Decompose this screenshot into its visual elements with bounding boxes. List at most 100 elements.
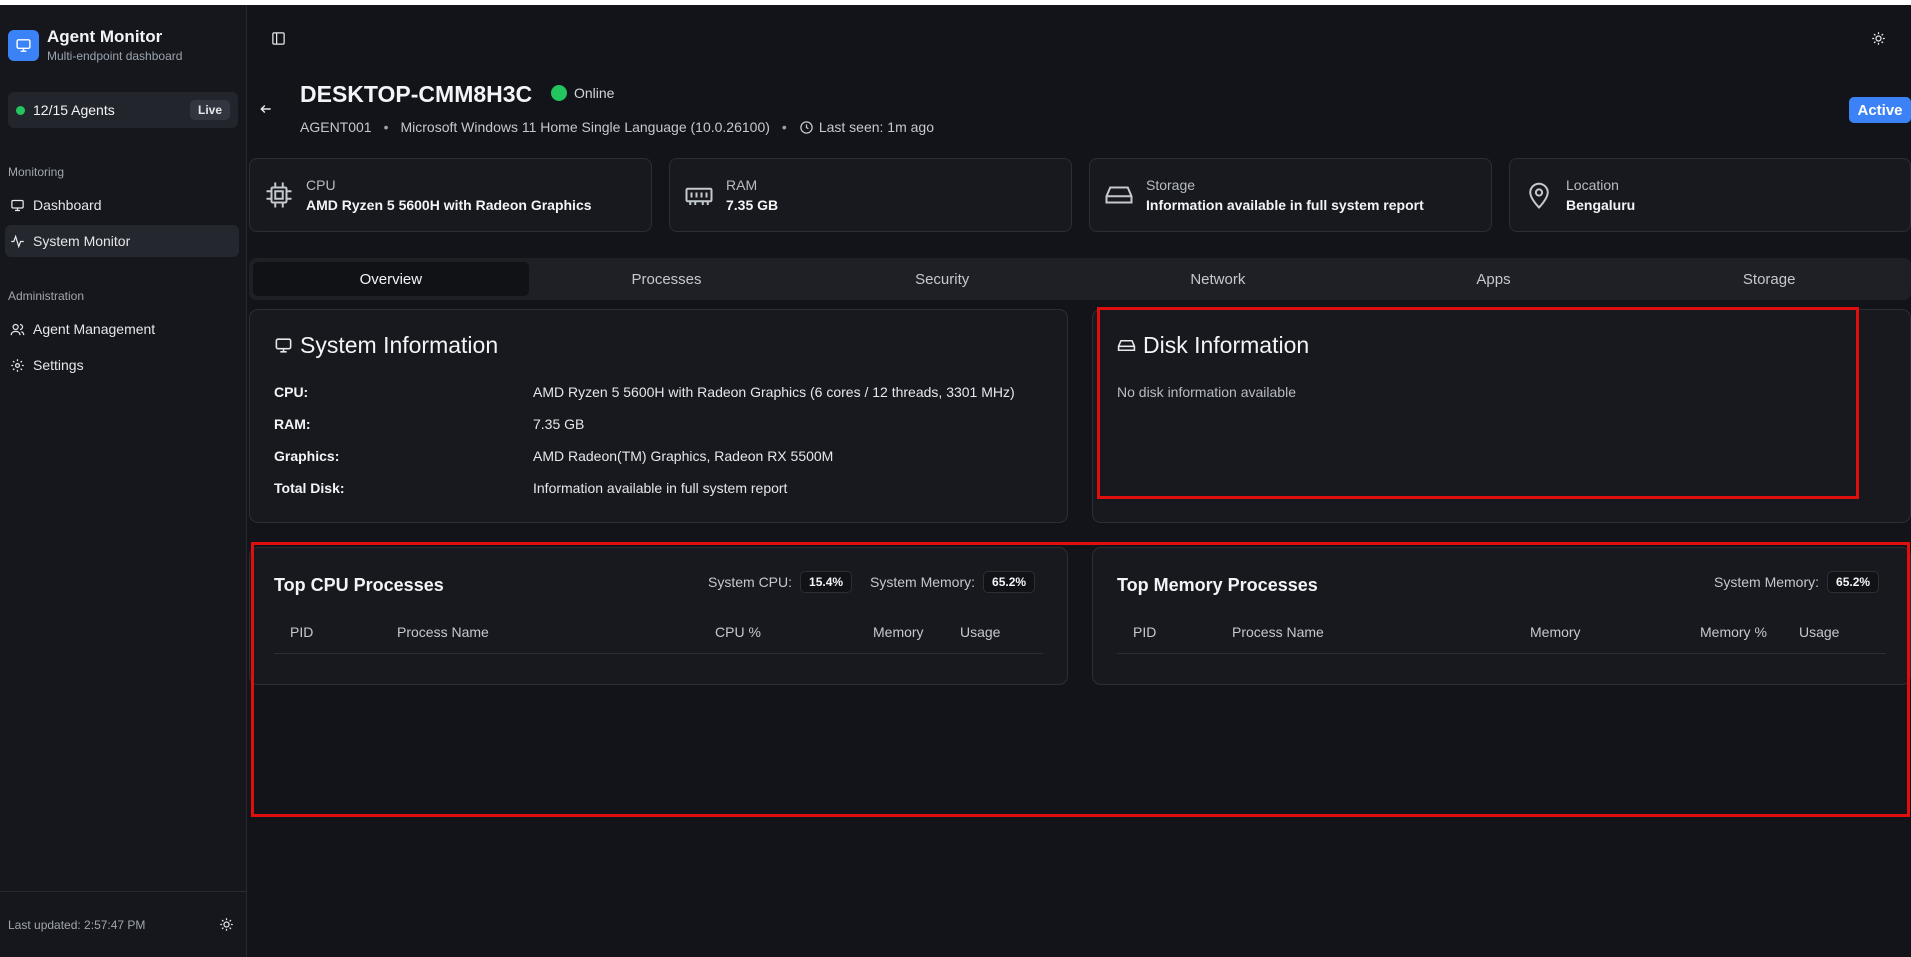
column-header-usage[interactable]: Usage <box>1799 624 1839 640</box>
agents-status: 12/15 Agents Live <box>8 92 238 128</box>
location-card: Location Bengaluru <box>1509 158 1911 232</box>
agent-header: DESKTOP-CMM8H3C Online AGENT001 • Micros… <box>247 75 1911 155</box>
total-disk-label: Total Disk: <box>274 480 345 496</box>
total-disk-value: Information available in full system rep… <box>533 480 788 496</box>
top-cpu-title: Top CPU Processes <box>274 575 444 595</box>
stat-value: 65.2% <box>983 571 1036 593</box>
clock-icon <box>800 120 813 134</box>
top-memory-panel: Top Memory Processes System Memory: 65.2… <box>1092 547 1911 685</box>
tab-storage[interactable]: Storage <box>1631 262 1907 296</box>
tab-network[interactable]: Network <box>1080 262 1356 296</box>
disk-info-title: Disk Information <box>1143 332 1310 358</box>
card-value: AMD Ryzen 5 5600H with Radeon Graphics <box>306 197 592 213</box>
hard-drive-icon <box>1117 339 1136 352</box>
column-header-pid[interactable]: PID <box>1133 624 1156 640</box>
disk-info-panel: Disk Information No disk information ava… <box>1092 309 1911 523</box>
live-badge: Live <box>189 100 230 120</box>
sidebar-item-agent-management[interactable]: Agent Management <box>5 313 239 345</box>
sidebar-item-label: Agent Management <box>33 321 156 337</box>
column-header-memory[interactable]: Memory <box>873 624 924 640</box>
column-header-process-name[interactable]: Process Name <box>397 624 489 640</box>
stat-label: System Memory: <box>870 574 976 590</box>
tab-apps[interactable]: Apps <box>1356 262 1632 296</box>
separator: • <box>383 119 389 135</box>
tab-overview[interactable]: Overview <box>253 262 529 296</box>
sidebar-item-system-monitor[interactable]: System Monitor <box>5 225 239 257</box>
card-label: Storage <box>1146 177 1196 193</box>
brand-title: Agent Monitor <box>47 27 163 46</box>
sidebar-toggle-icon[interactable] <box>266 26 290 50</box>
column-header-process-name[interactable]: Process Name <box>1232 624 1324 640</box>
theme-toggle-icon[interactable] <box>1866 26 1890 50</box>
card-label: CPU <box>306 177 336 193</box>
sidebar-footer: Last updated: 2:57:47 PM <box>0 891 246 957</box>
ram-label: RAM: <box>274 416 311 432</box>
card-value: Bengaluru <box>1566 197 1636 213</box>
storage-card: Storage Information available in full sy… <box>1089 158 1492 232</box>
panel-title: Disk Information <box>1117 332 1309 359</box>
os-name: Microsoft Windows 11 Home Single Languag… <box>400 119 770 135</box>
sun-icon[interactable] <box>214 913 238 937</box>
last-updated: Last updated: 2:57:47 PM <box>8 917 146 932</box>
panel-title: System Information <box>274 332 498 359</box>
last-seen: Last seen: 1m ago <box>818 119 934 135</box>
gear-icon <box>11 358 24 372</box>
system-info-title: System Information <box>300 332 499 358</box>
brand-subtitle: Multi-endpoint dashboard <box>47 49 183 63</box>
top-cpu-panel: Top CPU Processes System CPU: 15.4% Syst… <box>249 547 1068 685</box>
users-icon <box>10 323 25 335</box>
status-badge: Active <box>1849 97 1911 123</box>
sidebar-item-dashboard[interactable]: Dashboard <box>5 189 239 221</box>
sidebar-item-settings[interactable]: Settings <box>5 349 239 381</box>
section-monitoring: Monitoring <box>8 165 65 179</box>
cpu-icon <box>266 182 292 208</box>
system-memory-stat: System Memory: 65.2% <box>1714 571 1880 593</box>
tab-processes[interactable]: Processes <box>529 262 805 296</box>
stat-value: 15.4% <box>800 571 853 593</box>
system-cpu-stat: System CPU: 15.4% <box>708 571 853 593</box>
tab-security[interactable]: Security <box>804 262 1080 296</box>
column-header-cpu[interactable]: CPU % <box>715 624 761 640</box>
map-pin-icon <box>1529 182 1549 209</box>
activity-icon <box>11 234 24 248</box>
column-header-memory-percent[interactable]: Memory % <box>1700 624 1767 640</box>
column-header-usage[interactable]: Usage <box>960 624 1000 640</box>
monitor-icon <box>11 199 24 211</box>
graphics-label: Graphics: <box>274 448 340 464</box>
column-header-pid[interactable]: PID <box>290 624 313 640</box>
system-info-panel: System Information CPU: AMD Ryzen 5 5600… <box>249 309 1068 523</box>
sidebar-item-label: System Monitor <box>33 233 131 249</box>
sidebar-item-label: Settings <box>33 357 84 373</box>
sidebar: Agent Monitor Multi-endpoint dashboard 1… <box>0 5 247 957</box>
memory-icon <box>685 187 713 205</box>
tab-bar: Overview Processes Security Network Apps… <box>249 258 1911 300</box>
card-value: Information available in full system rep… <box>1146 197 1424 213</box>
back-arrow-icon[interactable] <box>254 97 278 121</box>
top-memory-title: Top Memory Processes <box>1117 575 1318 595</box>
column-header-memory[interactable]: Memory <box>1530 624 1581 640</box>
table-divider <box>1117 653 1886 654</box>
ram-value: 7.35 GB <box>533 416 585 432</box>
stat-label: System Memory: <box>1714 574 1820 590</box>
card-label: Location <box>1566 177 1619 193</box>
sidebar-item-label: Dashboard <box>33 197 102 213</box>
stat-value: 65.2% <box>1827 571 1880 593</box>
cpu-label: CPU: <box>274 384 309 400</box>
disk-empty-text: No disk information available <box>1117 384 1296 400</box>
table-divider <box>274 653 1043 654</box>
graphics-value: AMD Radeon(TM) Graphics, Radeon RX 5500M <box>533 448 834 464</box>
card-label: RAM <box>726 177 758 193</box>
separator: • <box>781 119 787 135</box>
monitor-icon <box>275 338 292 353</box>
card-value: 7.35 GB <box>726 197 779 213</box>
cpu-card: CPU AMD Ryzen 5 5600H with Radeon Graphi… <box>249 158 652 232</box>
agent-id: AGENT001 <box>300 119 372 135</box>
agent-meta: AGENT001 • Microsoft Windows 11 Home Sin… <box>300 119 934 135</box>
status-text: Online <box>574 85 615 101</box>
stat-label: System CPU: <box>708 574 793 590</box>
agents-count: 12/15 Agents <box>33 102 115 118</box>
topbar <box>247 5 1911 75</box>
cpu-value: AMD Ryzen 5 5600H with Radeon Graphics (… <box>533 384 1015 400</box>
status-dot <box>16 105 25 115</box>
brand: Agent Monitor Multi-endpoint dashboard <box>8 27 182 63</box>
